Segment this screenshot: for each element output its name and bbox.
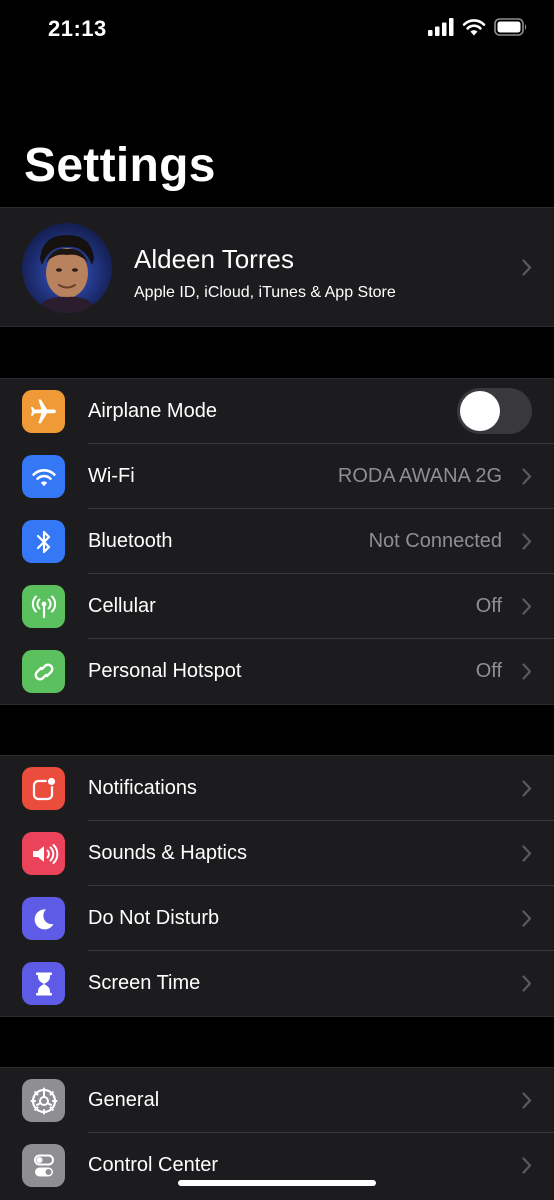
moon-icon — [22, 897, 65, 940]
airplane-icon — [22, 390, 65, 433]
chevron-right-icon — [522, 468, 532, 490]
row-airplane-mode[interactable]: Airplane Mode — [0, 379, 554, 444]
row-label: Notifications — [88, 777, 197, 799]
chevron-right-icon — [522, 975, 532, 997]
status-bar: 21:13 — [0, 0, 554, 60]
notifications-icon — [22, 767, 65, 810]
row-bluetooth[interactable]: Bluetooth Not Connected — [0, 509, 554, 574]
battery-icon — [494, 18, 528, 41]
cellular-status-value: Off — [475, 595, 502, 617]
chevron-right-icon — [522, 1157, 532, 1179]
row-sounds-haptics[interactable]: Sounds & Haptics — [0, 821, 554, 886]
profile-name: Aldeen Torres — [134, 244, 294, 274]
row-label: Airplane Mode — [88, 400, 217, 422]
page-title: Settings — [24, 139, 216, 192]
status-time: 21:13 — [48, 16, 107, 41]
wifi-icon — [462, 18, 486, 41]
home-indicator[interactable] — [178, 1180, 376, 1186]
cellular-signal-icon — [428, 18, 454, 41]
hotspot-icon — [22, 650, 65, 693]
chevron-right-icon — [522, 598, 532, 620]
row-screen-time[interactable]: Screen Time — [0, 951, 554, 1016]
status-icons — [428, 18, 528, 41]
settings-group-connectivity: Airplane Mode Wi-Fi RODA AWANA 2G Blueto… — [0, 378, 554, 705]
row-label: Do Not Disturb — [88, 907, 220, 929]
row-control-center[interactable]: Control Center — [0, 1133, 554, 1198]
bluetooth-status-value: Not Connected — [368, 530, 502, 552]
row-label: Bluetooth — [88, 530, 173, 552]
row-notifications[interactable]: Notifications — [0, 756, 554, 821]
row-label: Wi-Fi — [88, 465, 135, 487]
chevron-right-icon — [522, 259, 532, 281]
settings-group-notifications: Notifications Sounds & Haptics Do Not Di… — [0, 755, 554, 1017]
row-label: Cellular — [88, 595, 156, 617]
hotspot-status-value: Off — [475, 660, 502, 682]
row-personal-hotspot[interactable]: Personal Hotspot Off — [0, 639, 554, 704]
profile-cell[interactable]: Aldeen Torres Apple ID, iCloud, iTunes &… — [0, 207, 554, 327]
chevron-right-icon — [522, 1092, 532, 1114]
row-label: General — [88, 1089, 160, 1111]
row-label: Sounds & Haptics — [88, 842, 247, 864]
row-label: Personal Hotspot — [88, 660, 242, 682]
row-general[interactable]: General — [0, 1068, 554, 1133]
chevron-right-icon — [522, 533, 532, 555]
hourglass-icon — [22, 962, 65, 1005]
gear-icon — [22, 1079, 65, 1122]
cellular-antenna-icon — [22, 585, 65, 628]
bluetooth-icon — [22, 520, 65, 563]
chevron-right-icon — [522, 780, 532, 802]
row-label: Screen Time — [88, 972, 201, 994]
chevron-right-icon — [522, 910, 532, 932]
toggle-knob — [460, 391, 500, 431]
wifi-network-value: RODA AWANA 2G — [337, 465, 502, 487]
chevron-right-icon — [522, 663, 532, 685]
airplane-mode-toggle[interactable] — [457, 388, 532, 434]
row-wifi[interactable]: Wi-Fi RODA AWANA 2G — [0, 444, 554, 509]
row-cellular[interactable]: Cellular Off — [0, 574, 554, 639]
profile-subtitle: Apple ID, iCloud, iTunes & App Store — [134, 284, 396, 301]
avatar — [22, 223, 112, 313]
chevron-right-icon — [522, 845, 532, 867]
speaker-icon — [22, 832, 65, 875]
switches-icon — [22, 1144, 65, 1187]
row-label: Control Center — [88, 1154, 219, 1176]
row-do-not-disturb[interactable]: Do Not Disturb — [0, 886, 554, 951]
wifi-icon — [22, 455, 65, 498]
